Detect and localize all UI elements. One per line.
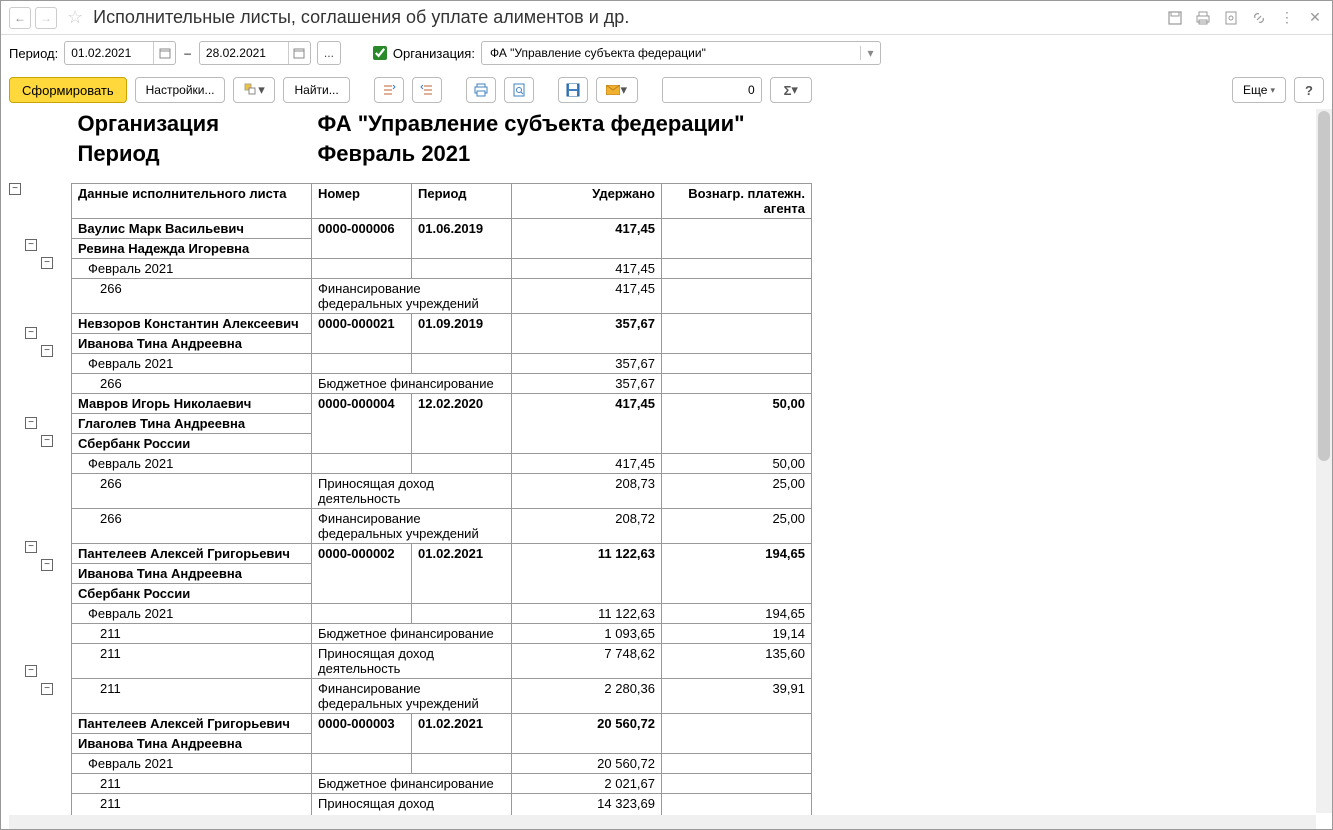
period-picker-button[interactable]: ...: [317, 41, 341, 65]
report-table: ОрганизацияФА "Управление субъекта федер…: [71, 109, 812, 829]
date-to-field[interactable]: [200, 46, 288, 60]
table-row[interactable]: Февраль 2021357,67: [72, 353, 812, 373]
tree-toggle[interactable]: −: [9, 183, 21, 195]
variants-button[interactable]: ▾: [233, 77, 275, 103]
collapse-all-button[interactable]: [412, 77, 442, 103]
table-row[interactable]: Февраль 202120 560,72: [72, 753, 812, 773]
table-row[interactable]: 266Финансирование федеральных учреждений…: [72, 508, 812, 543]
table-row[interactable]: Ваулис Марк Васильевич0000-00000601.06.2…: [72, 218, 812, 238]
table-row[interactable]: Ревина Надежда Игоревна: [72, 238, 812, 258]
header-org-value: ФА "Управление субъекта федерации": [312, 109, 812, 139]
table-header-row: Данные исполнительного листа Номер Перио…: [72, 183, 812, 218]
org-field[interactable]: [482, 46, 860, 60]
find-button[interactable]: Найти...: [283, 77, 349, 103]
table-row[interactable]: 211Бюджетное финансирование1 093,6519,14: [72, 623, 812, 643]
table-row[interactable]: Февраль 2021417,45: [72, 258, 812, 278]
table-row[interactable]: 211Приносящая доход деятельность7 748,62…: [72, 643, 812, 678]
date-from-input[interactable]: [64, 41, 176, 65]
tree-toggle[interactable]: −: [41, 257, 53, 269]
org-select[interactable]: ▾: [481, 41, 881, 65]
save-icon[interactable]: [1166, 9, 1184, 27]
tree-toggle[interactable]: −: [25, 327, 37, 339]
tree-toggle[interactable]: −: [41, 559, 53, 571]
sum-button[interactable]: Σ▾: [770, 77, 812, 103]
table-row[interactable]: Сбербанк России: [72, 583, 812, 603]
date-to-input[interactable]: [199, 41, 311, 65]
table-row[interactable]: 211Бюджетное финансирование2 021,67: [72, 773, 812, 793]
print-button[interactable]: [466, 77, 496, 103]
more-button[interactable]: Еще ▾: [1232, 77, 1286, 103]
table-row[interactable]: Сбербанк России: [72, 433, 812, 453]
window-title: Исполнительные листы, соглашения об упла…: [93, 7, 1162, 28]
link-icon[interactable]: [1250, 9, 1268, 27]
table-row[interactable]: Иванова Тина Андреевна: [72, 733, 812, 753]
titlebar: ← → ☆ Исполнительные листы, соглашения о…: [1, 1, 1332, 35]
toolbar: Сформировать Настройки... ▾ Найти... ▾: [1, 71, 1332, 109]
horizontal-scrollbar[interactable]: [9, 815, 1316, 829]
count-input[interactable]: [662, 77, 762, 103]
table-row[interactable]: 266Финансирование федеральных учреждений…: [72, 278, 812, 313]
table-row[interactable]: 211Финансирование федеральных учреждений…: [72, 678, 812, 713]
period-label: Период:: [9, 46, 58, 61]
table-row[interactable]: Иванова Тина Андреевна: [72, 563, 812, 583]
col-sheet-data: Данные исполнительного листа: [72, 183, 312, 218]
calendar-icon[interactable]: [288, 42, 310, 64]
dropdown-icon[interactable]: ▾: [860, 46, 880, 60]
col-period: Период: [412, 183, 512, 218]
org-checkbox[interactable]: [373, 46, 387, 60]
table-row[interactable]: Пантелеев Алексей Григорьевич0000-000003…: [72, 713, 812, 733]
col-agent-fee: Вознагр. платежн. агента: [662, 183, 812, 218]
tree-gutter: −−−−−−−−−−−: [9, 109, 71, 829]
col-withheld: Удержано: [512, 183, 662, 218]
col-number: Номер: [312, 183, 412, 218]
calendar-icon[interactable]: [153, 42, 175, 64]
table-row[interactable]: Иванова Тина Андреевна: [72, 333, 812, 353]
favorite-star-icon[interactable]: ☆: [67, 7, 83, 28]
org-label: Организация:: [393, 46, 475, 61]
preview-button[interactable]: [504, 77, 534, 103]
help-button[interactable]: ?: [1294, 77, 1324, 103]
table-row[interactable]: Невзоров Константин Алексеевич0000-00002…: [72, 313, 812, 333]
header-period-value: Февраль 2021: [312, 139, 812, 169]
vertical-scrollbar[interactable]: [1316, 109, 1332, 813]
filter-bar: Период: – ... Организация: ▾: [1, 35, 1332, 71]
close-icon[interactable]: ✕: [1306, 9, 1324, 27]
expand-all-button[interactable]: [374, 77, 404, 103]
generate-button[interactable]: Сформировать: [9, 77, 127, 103]
table-row[interactable]: 266Бюджетное финансирование357,67: [72, 373, 812, 393]
table-row[interactable]: Февраль 2021417,4550,00: [72, 453, 812, 473]
table-row[interactable]: 266Приносящая доход деятельность208,7325…: [72, 473, 812, 508]
table-row[interactable]: Февраль 202111 122,63194,65: [72, 603, 812, 623]
tree-toggle[interactable]: −: [41, 683, 53, 695]
tree-toggle[interactable]: −: [25, 541, 37, 553]
nav-forward-button[interactable]: →: [35, 7, 57, 29]
report-content: −−−−−−−−−−− ОрганизацияФА "Управление су…: [1, 109, 1332, 829]
settings-button[interactable]: Настройки...: [135, 77, 226, 103]
table-row[interactable]: Пантелеев Алексей Григорьевич0000-000002…: [72, 543, 812, 563]
print-icon[interactable]: [1194, 9, 1212, 27]
table-row[interactable]: Глаголев Тина Андреевна: [72, 413, 812, 433]
preview-icon[interactable]: [1222, 9, 1240, 27]
date-from-field[interactable]: [65, 46, 153, 60]
more-vert-icon[interactable]: ⋮: [1278, 9, 1296, 27]
table-row[interactable]: Мавров Игорь Николаевич0000-00000412.02.…: [72, 393, 812, 413]
tree-toggle[interactable]: −: [25, 665, 37, 677]
date-dash: –: [184, 46, 191, 60]
tree-toggle[interactable]: −: [25, 239, 37, 251]
header-period-label: Период: [72, 139, 312, 169]
email-button[interactable]: ▾: [596, 77, 638, 103]
header-org-label: Организация: [72, 109, 312, 139]
tree-toggle[interactable]: −: [25, 417, 37, 429]
tree-toggle[interactable]: −: [41, 345, 53, 357]
save-button[interactable]: [558, 77, 588, 103]
nav-back-button[interactable]: ←: [9, 7, 31, 29]
tree-toggle[interactable]: −: [41, 435, 53, 447]
